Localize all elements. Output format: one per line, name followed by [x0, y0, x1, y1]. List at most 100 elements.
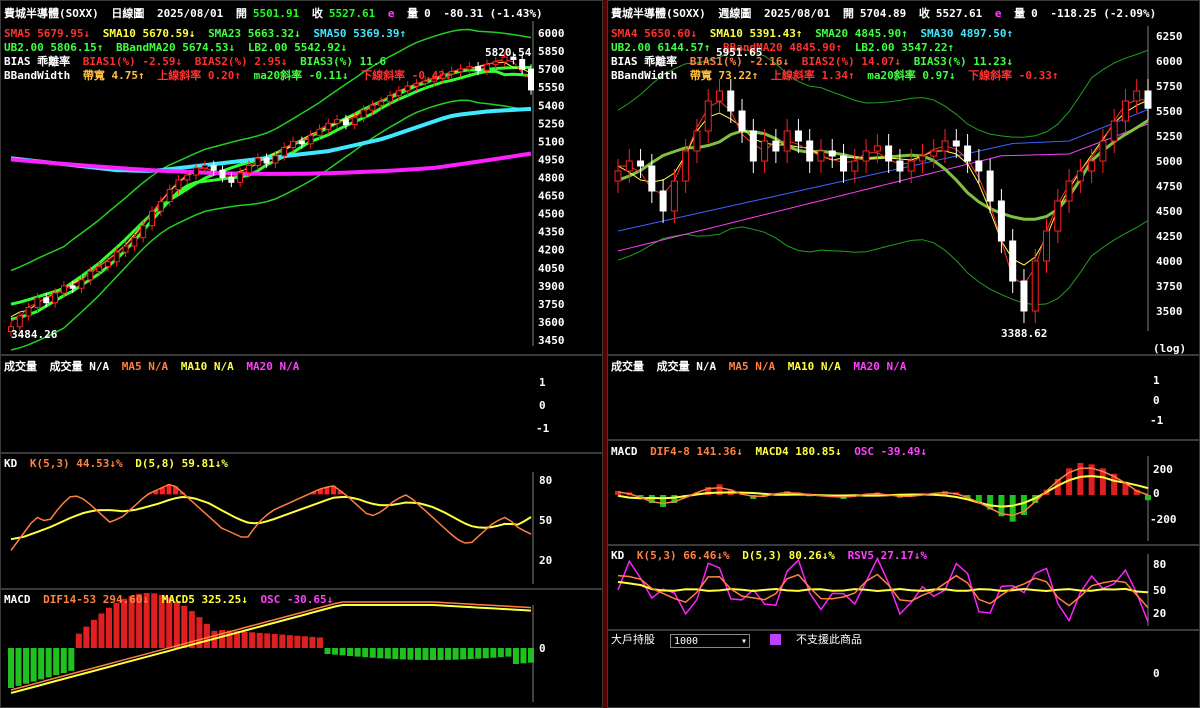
right-macd-header: MACD DIF4-8 141.36↓ MACD4 180.85↓ OSC -3…: [611, 445, 933, 458]
right-price-tick-6: 4750: [1156, 180, 1183, 193]
left-candle-body: [43, 297, 50, 304]
rv-4: MA20 N/A: [853, 360, 907, 373]
right-main-pane: 6250 6000 5750 5500 5250 5000 4750 4500 4250 4000…: [607, 0, 1200, 355]
left-macd-osc-bar: [354, 648, 361, 657]
right-ma-line3: BIAS 乖離率 BIAS1(%) -2.16↓ BIAS2(%) 14.07↓…: [611, 55, 1019, 68]
left-macd-osc-bar: [505, 648, 512, 657]
right-candle-body: [1020, 280, 1028, 312]
right-ma4-2: 上線斜率 1.34↑: [770, 69, 855, 82]
left-ma4-2: 上線斜率 0.20↑: [157, 69, 241, 82]
left-candle-body: [466, 66, 473, 70]
right-price-tick-0: 6250: [1156, 30, 1183, 43]
rm-1: DIF4-8 141.36↓: [650, 445, 743, 458]
left-ma4-0: BBandWidth: [4, 69, 71, 82]
right-candle-body: [704, 100, 712, 132]
right-price-tick-4: 5250: [1156, 130, 1183, 143]
left-candle-body: [272, 155, 279, 164]
right-low-label: 3388.62: [1001, 327, 1048, 340]
right-ma1-1: SMA10 5391.43↑: [709, 27, 803, 40]
left-candle-body: [228, 176, 235, 183]
right-price-tick-9: 4000: [1156, 255, 1183, 268]
holder-swatch-icon: [770, 634, 781, 645]
left-kd-header: KD K(5,3) 44.53↓% D(5,8) 59.81↓%: [4, 457, 234, 470]
rkd-3: RSV5 27.17↓%: [847, 549, 928, 562]
left-kd-tick-2: 20: [539, 554, 553, 567]
left-macd-osc-bar: [407, 648, 414, 660]
right-price-tick-8: 4250: [1156, 230, 1183, 243]
left-candle-body: [25, 306, 32, 317]
left-kd-chart[interactable]: [1, 454, 603, 589]
left-period: 日線圖: [111, 7, 145, 20]
left-candle-body: [245, 164, 252, 174]
right-ma3-3: BIAS3(%) 11.23↓: [913, 55, 1014, 68]
left-macd-osc-bar: [98, 613, 105, 648]
left-candle-body: [184, 174, 191, 181]
rkd-2: D(5,3) 80.26↓%: [742, 549, 835, 562]
left-candle-body: [457, 68, 464, 73]
right-ma-line1: SMA4 5650.60↓ SMA10 5391.43↑ SMA20 4845.…: [611, 27, 1019, 40]
right-price-tick-11: 3500: [1156, 305, 1183, 318]
rm-3: OSC -39.49↓: [854, 445, 928, 458]
right-ma4-3: ma20斜率 0.97↓: [867, 69, 956, 82]
right-price-tick-5: 5000: [1156, 155, 1183, 168]
left-ma4-3: ma20斜率 -0.11↓: [253, 69, 349, 82]
left-price-tick-8: 4800: [538, 171, 565, 184]
left-macd-osc-bar: [452, 648, 459, 660]
right-candle-body: [873, 145, 881, 152]
left-ma2-0: UB2.00 5806.15↑: [4, 41, 104, 54]
left-candle-body: [87, 270, 94, 281]
right-candle-body: [659, 190, 667, 212]
left-macd-osc-bar: [437, 648, 444, 660]
holder-select-value: 1000: [674, 636, 699, 647]
left-open-label: 開: [235, 7, 247, 20]
left-candle-body: [475, 66, 482, 71]
left-kd-pane: KD K(5,3) 44.53↓% D(5,8) 59.81↓% 80 50 2…: [0, 453, 603, 589]
left-candle-body: [175, 179, 182, 191]
left-macd-osc-bar: [286, 635, 293, 648]
left-ma1-2: SMA23 5663.32↓: [208, 27, 301, 40]
right-ma4-0: BBandWidth: [611, 69, 678, 82]
left-macd-osc-bar: [520, 648, 527, 664]
right-candle-body: [715, 90, 723, 102]
right-ma1-3: SMA30 4897.50↑: [920, 27, 1014, 40]
right-ma1-2: SMA20 4845.90↑: [815, 27, 908, 40]
left-candle-body: [113, 251, 120, 263]
left-ma3-1: BIAS1(%) -2.59↓: [82, 55, 183, 68]
left-candle-body: [131, 237, 138, 247]
lm-0: MACD: [4, 593, 31, 606]
right-candle-body: [918, 155, 926, 162]
right-open-label: 開: [842, 7, 854, 20]
holder-label: 大戶持股: [611, 633, 655, 646]
holder-select[interactable]: 1000 ▾: [670, 634, 750, 648]
left-candle-body: [166, 189, 173, 203]
left-ma3-0: BIAS 乖離率: [4, 55, 71, 68]
left-candle-body: [281, 146, 288, 157]
right-volume-header: 成交量 成交量 N/A MA5 N/A MA10 N/A MA20 N/A: [611, 360, 912, 373]
right-sma-blue: [617, 109, 1149, 232]
right-candle-body: [941, 140, 949, 152]
left-macd-osc-bar: [399, 648, 406, 660]
left-price-tick-11: 4350: [538, 226, 565, 239]
left-macd-osc-bar: [384, 648, 391, 659]
left-volume-pane: 成交量 成交量 N/A MA5 N/A MA10 N/A MA20 N/A 1 …: [0, 355, 603, 453]
holder-tick-0: 0: [1153, 667, 1160, 680]
left-macd-osc-bar: [301, 636, 308, 648]
left-macd-osc-bar: [75, 633, 82, 648]
left-macd-chart[interactable]: [1, 590, 603, 708]
left-candle-body: [104, 261, 111, 268]
left-macd-osc-bar: [369, 648, 376, 658]
right-price-tick-7: 4500: [1156, 205, 1183, 218]
right-ma-line2: UB2.00 6144.57↑ BBandMA20 4845.90↑ LB2.0…: [611, 41, 960, 54]
holder-note: 不支援此商品: [796, 633, 862, 646]
lv-0: 成交量: [4, 360, 37, 373]
left-macd-osc-bar: [332, 648, 339, 655]
left-macd-osc-bar: [445, 648, 452, 660]
left-candle-body: [78, 279, 85, 289]
left-price-tick-15: 3750: [538, 298, 565, 311]
right-kd-header: KD K(5,3) 66.46↓% D(5,3) 80.26↓% RSV5 27…: [611, 549, 933, 562]
left-candle-body: [290, 140, 297, 148]
right-macd-pane: MACD DIF4-8 141.36↓ MACD4 180.85↓ OSC -3…: [607, 440, 1200, 545]
lv-2: MA5 N/A: [121, 360, 169, 373]
left-kd-tick-0: 80: [539, 474, 553, 487]
left-ma2-2: LB2.00 5542.92↓: [247, 41, 348, 54]
